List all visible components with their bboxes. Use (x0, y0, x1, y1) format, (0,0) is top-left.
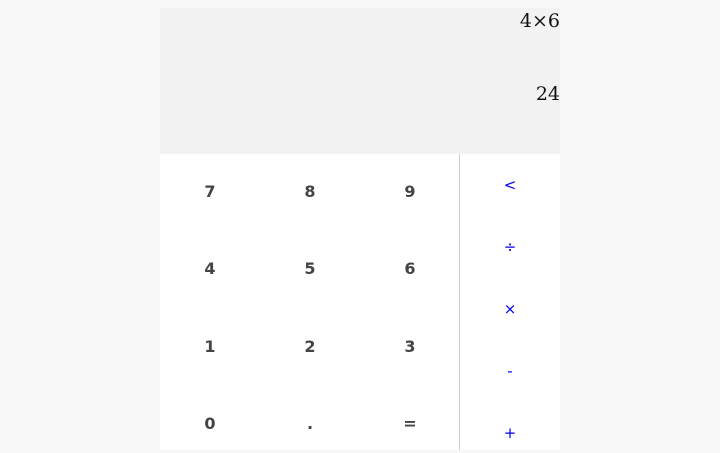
key-equals[interactable]: = (360, 399, 460, 449)
calculator: 4×6 24 7 8 9 4 5 6 1 2 3 0 . = < ÷ × - + (160, 8, 560, 450)
subtract-button[interactable]: - (460, 351, 560, 391)
multiply-button[interactable]: × (460, 289, 560, 329)
key-6[interactable]: 6 (360, 244, 460, 294)
expression-display: 4×6 (519, 10, 560, 32)
divide-button[interactable]: ÷ (460, 227, 560, 267)
key-decimal[interactable]: . (260, 399, 360, 449)
key-4[interactable]: 4 (160, 244, 260, 294)
add-button[interactable]: + (460, 413, 560, 453)
key-8[interactable]: 8 (260, 167, 360, 217)
key-7[interactable]: 7 (160, 167, 260, 217)
number-keypad: 7 8 9 4 5 6 1 2 3 0 . = (160, 154, 460, 450)
key-5[interactable]: 5 (260, 244, 360, 294)
key-3[interactable]: 3 (360, 322, 460, 372)
key-2[interactable]: 2 (260, 322, 360, 372)
backspace-button[interactable]: < (460, 165, 560, 205)
key-9[interactable]: 9 (360, 167, 460, 217)
key-0[interactable]: 0 (160, 399, 260, 449)
result-display: 24 (535, 83, 560, 105)
calculator-display: 4×6 24 (160, 8, 560, 154)
key-1[interactable]: 1 (160, 322, 260, 372)
operator-column: < ÷ × - + (460, 154, 560, 450)
